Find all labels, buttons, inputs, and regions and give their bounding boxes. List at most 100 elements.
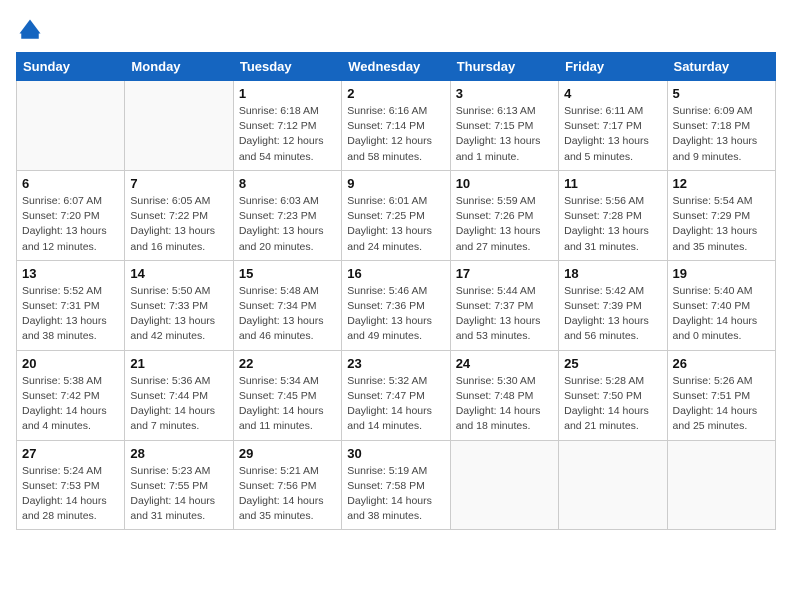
day-info: Sunrise: 5:19 AM Sunset: 7:58 PM Dayligh…	[347, 464, 444, 525]
calendar-cell: 20 Sunrise: 5:38 AM Sunset: 7:42 PM Dayli…	[17, 350, 125, 440]
calendar-cell: 29Sunrise: 5:21 AM Sunset: 7:56 PM Dayli…	[233, 440, 341, 530]
calendar-cell	[17, 81, 125, 171]
day-number: 11	[564, 176, 661, 191]
weekday-header-thursday: Thursday	[450, 53, 558, 81]
calendar-cell: 14 Sunrise: 5:50 AM Sunset: 7:33 PM Dayli…	[125, 260, 233, 350]
weekday-header-sunday: Sunday	[17, 53, 125, 81]
logo	[16, 16, 48, 44]
calendar-cell	[450, 440, 558, 530]
calendar-cell: 10Sunrise: 5:59 AM Sunset: 7:26 PM Dayli…	[450, 170, 558, 260]
calendar-cell: 26 Sunrise: 5:26 AM Sunset: 7:51 PM Dayli…	[667, 350, 775, 440]
day-number: 20	[22, 356, 119, 371]
calendar-cell: 5 Sunrise: 6:09 AM Sunset: 7:18 PM Daylig…	[667, 81, 775, 171]
calendar-cell: 8 Sunrise: 6:03 AM Sunset: 7:23 PM Daylig…	[233, 170, 341, 260]
day-info: Sunrise: 6:11 AM Sunset: 7:17 PM Dayligh…	[564, 104, 661, 165]
day-number: 7	[130, 176, 227, 191]
calendar-cell: 22Sunrise: 5:34 AM Sunset: 7:45 PM Dayli…	[233, 350, 341, 440]
calendar-table: SundayMondayTuesdayWednesdayThursdayFrid…	[16, 52, 776, 530]
day-number: 14	[130, 266, 227, 281]
calendar-cell	[667, 440, 775, 530]
day-number: 13	[22, 266, 119, 281]
day-info: Sunrise: 5:59 AM Sunset: 7:26 PM Dayligh…	[456, 194, 553, 255]
calendar-week-4: 20 Sunrise: 5:38 AM Sunset: 7:42 PM Dayli…	[17, 350, 776, 440]
calendar-week-1: 1 Sunrise: 6:18 AM Sunset: 7:12 PM Daylig…	[17, 81, 776, 171]
day-number: 5	[673, 86, 770, 101]
calendar-cell: 4 Sunrise: 6:11 AM Sunset: 7:17 PM Daylig…	[559, 81, 667, 171]
day-number: 1	[239, 86, 336, 101]
day-info: Sunrise: 5:44 AM Sunset: 7:37 PM Dayligh…	[456, 284, 553, 345]
day-number: 26	[673, 356, 770, 371]
day-info: Sunrise: 5:30 AM Sunset: 7:48 PM Dayligh…	[456, 374, 553, 435]
day-number: 19	[673, 266, 770, 281]
calendar-cell	[125, 81, 233, 171]
day-info: Sunrise: 5:34 AM Sunset: 7:45 PM Dayligh…	[239, 374, 336, 435]
day-info: Sunrise: 5:23 AM Sunset: 7:55 PM Dayligh…	[130, 464, 227, 525]
calendar-cell: 2Sunrise: 6:16 AM Sunset: 7:14 PM Daylig…	[342, 81, 450, 171]
day-info: Sunrise: 5:28 AM Sunset: 7:50 PM Dayligh…	[564, 374, 661, 435]
day-info: Sunrise: 5:48 AM Sunset: 7:34 PM Dayligh…	[239, 284, 336, 345]
day-number: 15	[239, 266, 336, 281]
day-number: 29	[239, 446, 336, 461]
day-info: Sunrise: 6:07 AM Sunset: 7:20 PM Dayligh…	[22, 194, 119, 255]
weekday-header-friday: Friday	[559, 53, 667, 81]
calendar-cell: 24 Sunrise: 5:30 AM Sunset: 7:48 PM Dayli…	[450, 350, 558, 440]
day-info: Sunrise: 6:09 AM Sunset: 7:18 PM Dayligh…	[673, 104, 770, 165]
day-number: 12	[673, 176, 770, 191]
day-info: Sunrise: 6:13 AM Sunset: 7:15 PM Dayligh…	[456, 104, 553, 165]
calendar-cell: 7 Sunrise: 6:05 AM Sunset: 7:22 PM Daylig…	[125, 170, 233, 260]
day-number: 28	[130, 446, 227, 461]
day-info: Sunrise: 5:26 AM Sunset: 7:51 PM Dayligh…	[673, 374, 770, 435]
calendar-week-3: 13Sunrise: 5:52 AM Sunset: 7:31 PM Dayli…	[17, 260, 776, 350]
day-number: 23	[347, 356, 444, 371]
calendar-cell	[559, 440, 667, 530]
day-info: Sunrise: 5:46 AM Sunset: 7:36 PM Dayligh…	[347, 284, 444, 345]
weekday-header-saturday: Saturday	[667, 53, 775, 81]
day-number: 25	[564, 356, 661, 371]
calendar-cell: 16 Sunrise: 5:46 AM Sunset: 7:36 PM Dayli…	[342, 260, 450, 350]
day-number: 4	[564, 86, 661, 101]
day-info: Sunrise: 6:03 AM Sunset: 7:23 PM Dayligh…	[239, 194, 336, 255]
day-info: Sunrise: 5:50 AM Sunset: 7:33 PM Dayligh…	[130, 284, 227, 345]
day-info: Sunrise: 6:05 AM Sunset: 7:22 PM Dayligh…	[130, 194, 227, 255]
day-info: Sunrise: 5:24 AM Sunset: 7:53 PM Dayligh…	[22, 464, 119, 525]
day-number: 6	[22, 176, 119, 191]
calendar-cell: 3 Sunrise: 6:13 AM Sunset: 7:15 PM Daylig…	[450, 81, 558, 171]
calendar-cell: 21Sunrise: 5:36 AM Sunset: 7:44 PM Dayli…	[125, 350, 233, 440]
day-info: Sunrise: 5:54 AM Sunset: 7:29 PM Dayligh…	[673, 194, 770, 255]
day-number: 3	[456, 86, 553, 101]
day-number: 21	[130, 356, 227, 371]
calendar-week-5: 27 Sunrise: 5:24 AM Sunset: 7:53 PM Dayli…	[17, 440, 776, 530]
day-number: 18	[564, 266, 661, 281]
calendar-body: 1 Sunrise: 6:18 AM Sunset: 7:12 PM Daylig…	[17, 81, 776, 530]
day-info: Sunrise: 6:01 AM Sunset: 7:25 PM Dayligh…	[347, 194, 444, 255]
day-info: Sunrise: 5:38 AM Sunset: 7:42 PM Dayligh…	[22, 374, 119, 435]
calendar-cell: 27 Sunrise: 5:24 AM Sunset: 7:53 PM Dayli…	[17, 440, 125, 530]
day-info: Sunrise: 5:56 AM Sunset: 7:28 PM Dayligh…	[564, 194, 661, 255]
calendar-cell: 18 Sunrise: 5:42 AM Sunset: 7:39 PM Dayli…	[559, 260, 667, 350]
weekday-header-row: SundayMondayTuesdayWednesdayThursdayFrid…	[17, 53, 776, 81]
calendar-cell: 12 Sunrise: 5:54 AM Sunset: 7:29 PM Dayli…	[667, 170, 775, 260]
calendar-header: SundayMondayTuesdayWednesdayThursdayFrid…	[17, 53, 776, 81]
day-number: 17	[456, 266, 553, 281]
weekday-header-wednesday: Wednesday	[342, 53, 450, 81]
weekday-header-monday: Monday	[125, 53, 233, 81]
page-header	[16, 16, 776, 44]
calendar-cell: 1 Sunrise: 6:18 AM Sunset: 7:12 PM Daylig…	[233, 81, 341, 171]
day-info: Sunrise: 6:16 AM Sunset: 7:14 PM Dayligh…	[347, 104, 444, 165]
day-number: 27	[22, 446, 119, 461]
day-number: 30	[347, 446, 444, 461]
weekday-header-tuesday: Tuesday	[233, 53, 341, 81]
day-info: Sunrise: 5:42 AM Sunset: 7:39 PM Dayligh…	[564, 284, 661, 345]
calendar-cell: 25 Sunrise: 5:28 AM Sunset: 7:50 PM Dayli…	[559, 350, 667, 440]
calendar-cell: 11 Sunrise: 5:56 AM Sunset: 7:28 PM Dayli…	[559, 170, 667, 260]
logo-icon	[16, 16, 44, 44]
day-number: 16	[347, 266, 444, 281]
day-info: Sunrise: 6:18 AM Sunset: 7:12 PM Dayligh…	[239, 104, 336, 165]
day-number: 24	[456, 356, 553, 371]
day-number: 9	[347, 176, 444, 191]
day-number: 8	[239, 176, 336, 191]
day-info: Sunrise: 5:40 AM Sunset: 7:40 PM Dayligh…	[673, 284, 770, 345]
calendar-cell: 30 Sunrise: 5:19 AM Sunset: 7:58 PM Dayli…	[342, 440, 450, 530]
day-info: Sunrise: 5:32 AM Sunset: 7:47 PM Dayligh…	[347, 374, 444, 435]
calendar-cell: 9 Sunrise: 6:01 AM Sunset: 7:25 PM Daylig…	[342, 170, 450, 260]
